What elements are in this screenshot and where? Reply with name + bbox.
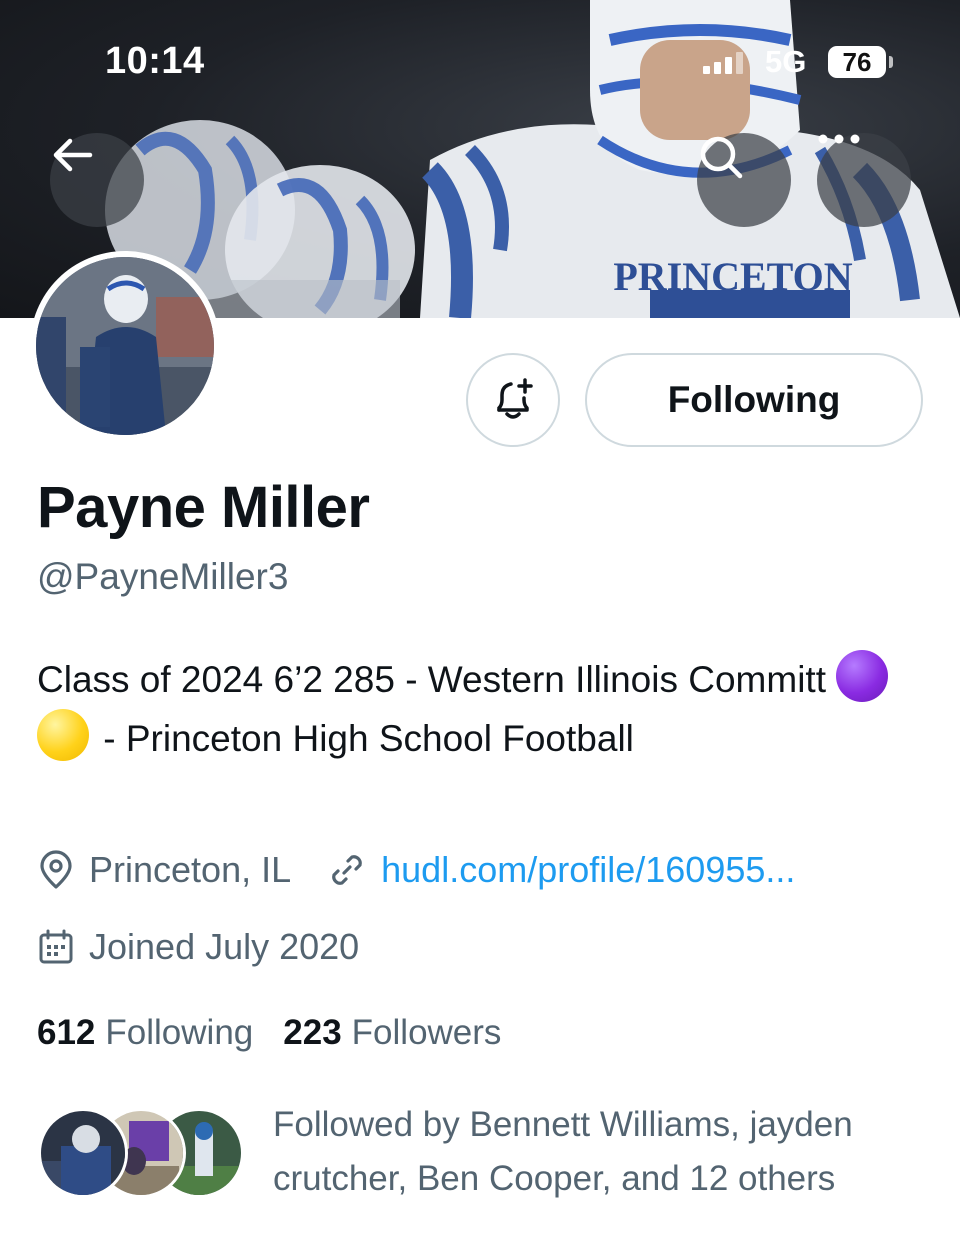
profile-joined-row: Joined July 2020 — [37, 926, 359, 968]
bio-text-1: Class of 2024 6’2 285 - Western Illinois… — [37, 659, 826, 700]
battery-tip — [889, 56, 893, 68]
search-button[interactable] — [697, 133, 791, 227]
yellow-circle-emoji — [37, 709, 89, 761]
followed-by-text[interactable]: Followed by Bennett Williams, jayden cru… — [273, 1098, 913, 1206]
following-count: 612 — [37, 1013, 96, 1052]
profile-website-link[interactable]: hudl.com/profile/160955... — [381, 849, 795, 891]
signal-icon — [703, 52, 743, 74]
purple-circle-emoji — [836, 650, 889, 702]
mutual-avatar — [38, 1108, 128, 1198]
status-time: 10:14 — [105, 40, 205, 82]
back-button[interactable] — [50, 133, 144, 227]
bell-plus-icon — [497, 378, 533, 419]
search-icon — [700, 136, 743, 179]
profile-handle: @PayneMiller3 — [37, 556, 289, 597]
bio-text-2: - Princeton High School Football — [93, 718, 634, 759]
calendar-icon — [39, 929, 73, 964]
follow-stats: 612 Following 223 Followers — [37, 1013, 531, 1053]
following-label: Following — [105, 1013, 254, 1052]
profile-name: Payne Miller — [37, 475, 370, 540]
followers-label: Followers — [351, 1013, 502, 1052]
profile-location: Princeton, IL — [89, 849, 292, 890]
following-button[interactable]: Following — [585, 353, 923, 447]
profile-avatar[interactable] — [30, 251, 220, 441]
avatar-photo — [36, 257, 214, 435]
network-type: 5G — [765, 44, 807, 79]
banner-jersey-text: PRINCETON — [613, 254, 852, 299]
arrow-left-icon — [53, 138, 93, 172]
profile-meta-row: Princeton, IL hudl.com/profile/160955... — [37, 849, 795, 891]
more-options-button[interactable] — [817, 133, 911, 227]
profile-bio: Class of 2024 6’2 285 - Western Illinois… — [37, 650, 917, 768]
following-count-link[interactable]: 612 Following — [37, 1013, 253, 1053]
mutual-followers-avatars[interactable] — [38, 1108, 244, 1198]
link-icon — [332, 855, 362, 885]
profile-joined-date: Joined July 2020 — [89, 926, 360, 967]
followers-count-link[interactable]: 223 Followers — [283, 1013, 501, 1053]
battery-icon: 76 — [828, 46, 886, 78]
more-icon — [818, 134, 860, 144]
notifications-button[interactable] — [466, 353, 560, 447]
location-pin-icon — [40, 850, 72, 889]
followers-count: 223 — [283, 1013, 342, 1052]
